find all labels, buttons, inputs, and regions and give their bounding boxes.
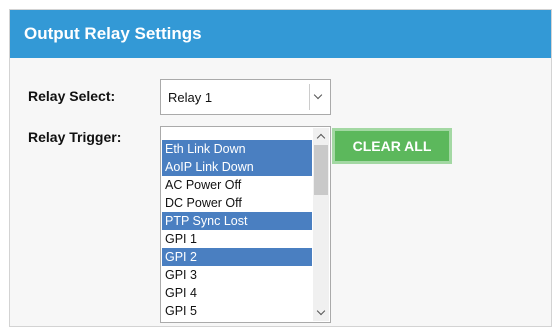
- relay-select-dropdown[interactable]: Relay 1: [160, 79, 331, 115]
- output-relay-settings-panel: Output Relay Settings Relay Select: Rela…: [9, 9, 552, 327]
- relay-trigger-option[interactable]: Eth Link Down: [162, 140, 312, 158]
- relay-trigger-listbox[interactable]: Eth Link Down AoIP Link Down AC Power Off D…: [160, 126, 331, 323]
- relay-trigger-option[interactable]: GPI 1: [162, 230, 312, 248]
- relay-select-label: Relay Select:: [28, 88, 116, 104]
- relay-select-value: Relay 1: [168, 90, 213, 105]
- relay-trigger-option[interactable]: GPI 3: [162, 266, 312, 284]
- relay-trigger-option[interactable]: AC Power Off: [162, 176, 312, 194]
- relay-trigger-option[interactable]: GPI 5: [162, 302, 312, 320]
- relay-trigger-option[interactable]: GPI 6: [162, 320, 312, 322]
- panel-title: Output Relay Settings: [10, 10, 551, 58]
- listbox-scrollbar[interactable]: [313, 128, 329, 321]
- relay-trigger-option[interactable]: PTP Sync Lost: [162, 212, 312, 230]
- relay-trigger-option[interactable]: GPI 2: [162, 248, 312, 266]
- relay-trigger-label: Relay Trigger:: [28, 129, 122, 145]
- relay-trigger-option[interactable]: DC Power Off: [162, 194, 312, 212]
- scroll-up-icon[interactable]: [313, 128, 329, 144]
- relay-trigger-option[interactable]: GPI 4: [162, 284, 312, 302]
- chevron-down-icon[interactable]: [309, 84, 328, 110]
- relay-trigger-option[interactable]: AoIP Link Down: [162, 158, 312, 176]
- clear-all-button[interactable]: CLEAR ALL: [332, 128, 452, 164]
- scrollbar-thumb[interactable]: [314, 145, 328, 195]
- scroll-down-icon[interactable]: [313, 305, 329, 321]
